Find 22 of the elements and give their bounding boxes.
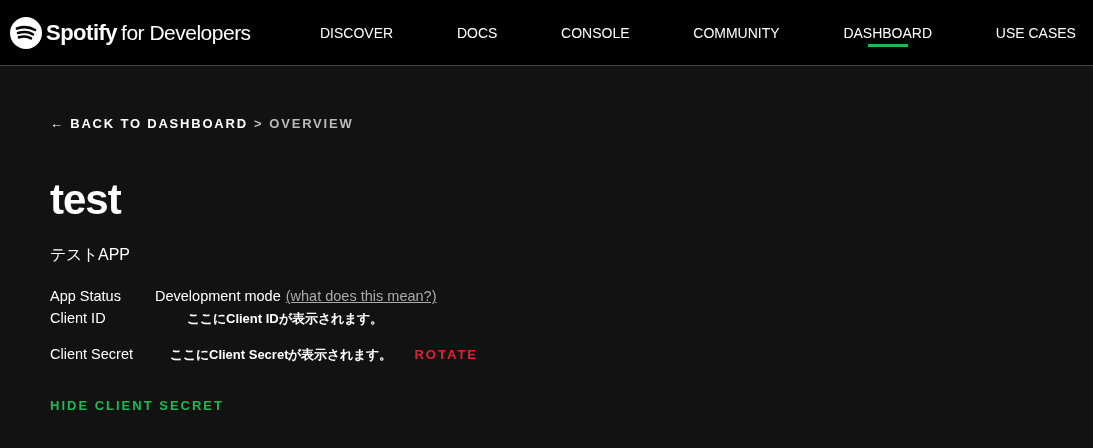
detail-label: App Status <box>50 288 122 305</box>
detail-label: Client ID <box>50 310 107 327</box>
brand-name[interactable]: Spotify <box>46 19 118 46</box>
nav-tab[interactable]: COMMUNITY <box>693 15 780 50</box>
nav-tab[interactable]: USE CASES <box>995 15 1076 50</box>
help-link[interactable]: (what does this mean?) <box>285 288 437 305</box>
breadcrumb-current: OVERVIEW <box>269 116 354 131</box>
rotate-button[interactable]: ROTATE <box>414 347 478 363</box>
app-title: test <box>50 175 123 225</box>
detail-value: ここにClient IDが表示されます。 <box>187 310 383 329</box>
hide-secret-button[interactable]: HIDE CLIENT SECRET <box>50 398 224 414</box>
brand-suffix[interactable]: for Developers <box>121 20 251 45</box>
breadcrumb-separator: > <box>253 116 264 131</box>
spotify-logo-icon[interactable] <box>10 16 42 49</box>
back-link[interactable]: ← BACK TO DASHBOARD <box>50 116 248 131</box>
nav-tab[interactable]: CONSOLE <box>561 15 630 50</box>
detail-value: ここにClient Secretが表示されます。 <box>170 346 393 365</box>
detail-label: Client Secret <box>50 346 134 363</box>
detail-value: Development mode <box>155 288 281 305</box>
nav-tab[interactable]: DOCS <box>456 15 498 50</box>
app-description: テストAPP <box>50 245 131 266</box>
nav-tab[interactable]: DISCOVER <box>320 15 394 50</box>
